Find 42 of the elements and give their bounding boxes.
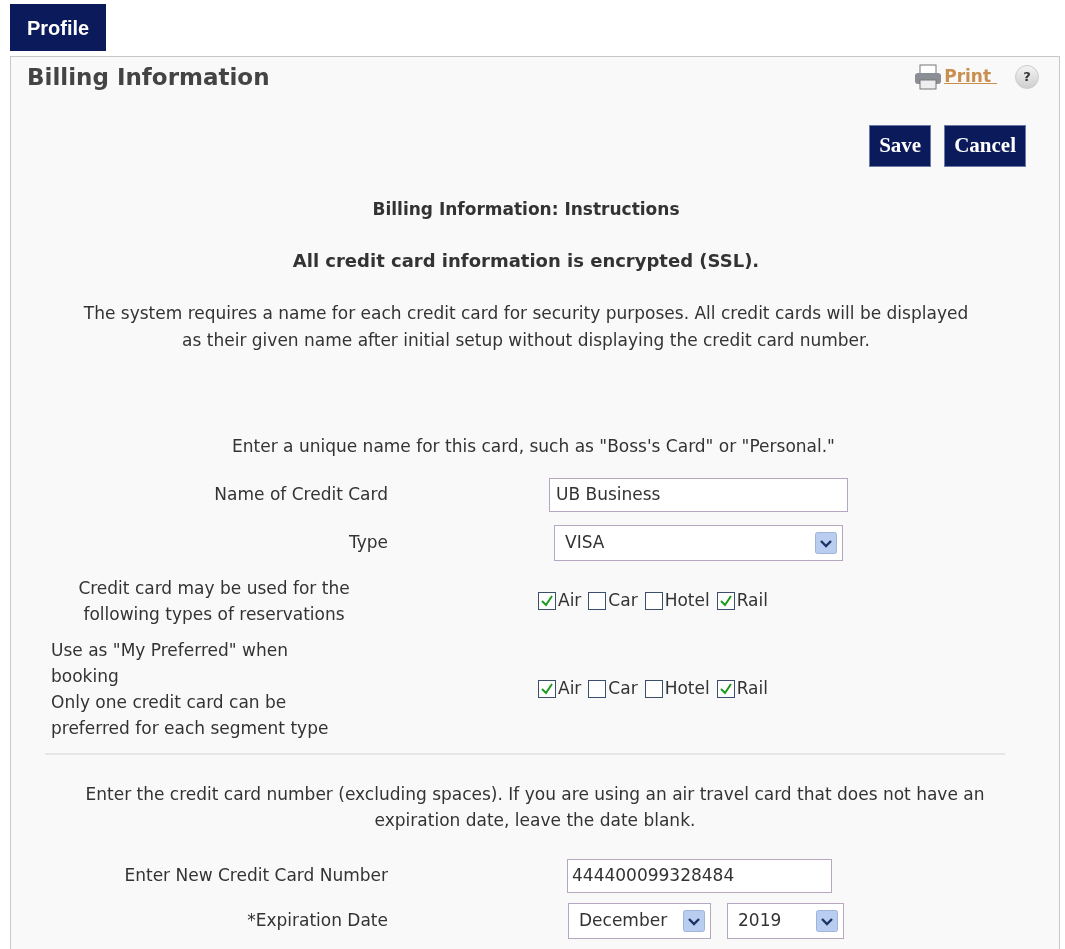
checkbox[interactable] <box>644 680 663 698</box>
help-button[interactable]: ? <box>1015 65 1039 89</box>
encryption-note: All credit card information is encrypted (SSL). <box>291 248 761 273</box>
checkbox[interactable] <box>716 680 735 698</box>
caret-icon <box>816 910 838 932</box>
printer-icon <box>914 64 943 90</box>
type-select[interactable]: VISA <box>554 525 843 561</box>
checkbox-label: Rail <box>736 589 768 613</box>
checkbox[interactable] <box>588 680 607 698</box>
caret-icon <box>815 532 837 554</box>
field-label: Enter New Credit Card Number <box>124 865 388 886</box>
instructions-heading: Billing Information: Instructions <box>371 198 681 221</box>
panel-title: Billing Information <box>27 62 270 92</box>
intro-text: The system requires a name for each credit card for security purposes. All credit cards will be displayed as their given name after initial setup without displaying the credit card number. <box>82 301 970 352</box>
checkbox-label: Car <box>608 677 638 701</box>
checkbox-label: Rail <box>736 677 768 701</box>
save-button[interactable]: Save <box>869 125 932 167</box>
checkbox-label: Hotel <box>664 589 710 613</box>
card-name-field[interactable]: UB Business <box>549 478 848 512</box>
field-label: *Expiration Date <box>247 910 388 931</box>
month-select[interactable]: December <box>568 903 711 939</box>
field-label: Only one credit card can be preferred for each segment type <box>51 691 330 740</box>
profile-tab[interactable]: Profile <box>10 4 107 51</box>
checkbox[interactable] <box>716 592 735 610</box>
field-label: Credit card may be used for the following types of reservations <box>78 578 350 624</box>
checkbox-label: Hotel <box>664 677 710 701</box>
hint-text: Enter the credit card number (excluding spaces). If you are using an air travel card that does not have an expiration date, leave the date blank. <box>84 783 986 832</box>
year-select[interactable]: 2019 <box>727 903 844 939</box>
checkbox-label: Car <box>608 589 638 613</box>
card-number-field[interactable]: 444400099328484 <box>567 859 832 893</box>
field-label: Type <box>348 532 388 553</box>
checkbox[interactable] <box>588 592 607 610</box>
cancel-button[interactable]: Cancel <box>944 125 1026 167</box>
field-label: Name of Credit Card <box>214 484 388 505</box>
checkbox[interactable] <box>538 680 556 698</box>
checkbox-label: Air <box>558 677 582 701</box>
checkbox[interactable] <box>538 592 556 610</box>
checkbox-label: Air <box>558 589 582 613</box>
hint-text: Enter a unique name for this card, such as "Boss's Card" or "Personal." <box>231 434 836 458</box>
caret-icon <box>683 910 705 932</box>
checkbox[interactable] <box>644 592 663 610</box>
field-label: Use as "My Preferred" when booking <box>51 639 289 688</box>
